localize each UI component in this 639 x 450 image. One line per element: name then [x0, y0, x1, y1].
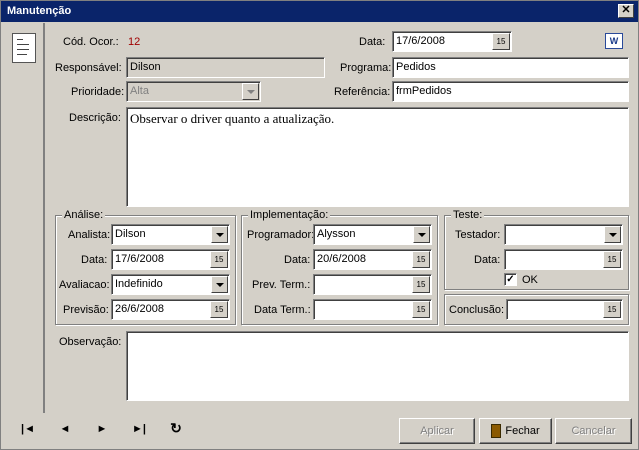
conclusao-label: Conclusão:: [449, 304, 505, 316]
descricao-textarea[interactable]: Observar o driver quanto a atualização.: [126, 107, 629, 207]
document-icon: [12, 33, 36, 63]
testador-label: Testador:: [455, 229, 501, 241]
impl-data-field[interactable]: 20/6/2008 15: [313, 249, 432, 270]
calendar-icon[interactable]: 15: [412, 251, 430, 268]
analise-data-label: Data:: [81, 254, 108, 266]
analista-label: Analista:: [68, 229, 111, 241]
referencia-label: Referência:: [334, 86, 391, 98]
prev-term-field[interactable]: 15: [313, 274, 432, 295]
dropdown-arrow-icon[interactable]: [211, 226, 228, 243]
window-title: Manutenção: [7, 5, 72, 17]
programa-label: Programa:: [340, 62, 392, 74]
teste-data-label: Data:: [474, 254, 501, 266]
programador-select[interactable]: Alysson: [313, 224, 432, 245]
testador-select[interactable]: [504, 224, 623, 245]
bottom-toolbar: |◄ ◄ ► ►| ↻ Aplicar Fechar Cancelar: [3, 413, 638, 449]
impl-data-label: Data:: [284, 254, 311, 266]
observacao-textarea[interactable]: [126, 331, 629, 401]
implementacao-title: Implementação:: [248, 209, 331, 221]
impl-data-value: 20/6/2008: [317, 253, 366, 265]
analise-data-value: 17/6/2008: [115, 253, 164, 265]
calendar-icon[interactable]: 15: [412, 301, 430, 318]
prioridade-value: Alta: [130, 85, 149, 97]
cod-ocor-value: 12: [128, 36, 141, 48]
cod-ocor-label: Cód. Ocor.:: [63, 36, 119, 48]
observacao-label: Observação:: [59, 336, 122, 348]
cancelar-button[interactable]: Cancelar: [555, 418, 632, 444]
data-field[interactable]: 17/6/2008 15: [392, 31, 512, 52]
first-record-icon[interactable]: |◄: [17, 423, 39, 441]
programa-field[interactable]: Pedidos: [392, 57, 629, 78]
avaliacao-select[interactable]: Indefinido: [111, 274, 230, 295]
analista-select[interactable]: Dilson: [111, 224, 230, 245]
door-icon: [491, 424, 502, 439]
maintenance-window: Manutenção ✕ Cód. Ocor.: 12 Data: 17/6/2…: [0, 0, 639, 450]
data-field-value: 17/6/2008: [396, 35, 445, 47]
aplicar-label: Aplicar: [420, 425, 454, 437]
prioridade-select: Alta: [126, 81, 261, 102]
refresh-icon[interactable]: ↻: [165, 420, 187, 438]
previous-record-icon[interactable]: ◄: [54, 423, 76, 441]
data-term-label: Data Term.:: [254, 304, 311, 316]
title-bar: Manutenção ✕: [1, 1, 638, 22]
ok-label: OK: [522, 274, 538, 286]
fechar-button[interactable]: Fechar: [479, 418, 552, 444]
programador-value: Alysson: [317, 228, 356, 240]
calendar-icon[interactable]: 15: [210, 251, 228, 268]
teste-data-field[interactable]: 15: [504, 249, 623, 270]
previsao-field[interactable]: 26/6/2008 15: [111, 299, 230, 320]
cancelar-label: Cancelar: [571, 425, 616, 437]
avaliacao-value: Indefinido: [115, 278, 163, 290]
programador-label: Programador:: [247, 229, 315, 241]
dropdown-arrow-icon: [242, 83, 259, 100]
descricao-label: Descrição:: [69, 112, 121, 124]
teste-title: Teste:: [451, 209, 485, 221]
aplicar-button[interactable]: Aplicar: [399, 418, 475, 444]
word-icon[interactable]: W: [605, 33, 623, 49]
fechar-label: Fechar: [505, 425, 540, 437]
prioridade-label: Prioridade:: [71, 86, 125, 98]
previsao-value: 26/6/2008: [115, 303, 164, 315]
dropdown-arrow-icon[interactable]: [604, 226, 621, 243]
dropdown-arrow-icon[interactable]: [413, 226, 430, 243]
close-button[interactable]: ✕: [618, 4, 634, 18]
analise-title: Análise:: [62, 209, 106, 221]
calendar-icon[interactable]: 15: [210, 301, 228, 318]
prev-term-label: Prev. Term.:: [252, 279, 311, 291]
conclusao-field[interactable]: 15: [506, 299, 623, 320]
avaliacao-label: Avaliacao:: [59, 279, 110, 291]
next-record-icon[interactable]: ►: [91, 423, 113, 441]
ok-checkbox[interactable]: ✓: [504, 273, 517, 286]
dropdown-arrow-icon[interactable]: [211, 276, 228, 293]
analise-data-field[interactable]: 17/6/2008 15: [111, 249, 230, 270]
responsavel-label: Responsável:: [55, 62, 122, 74]
data-label: Data:: [359, 36, 386, 48]
analista-value: Dilson: [115, 228, 146, 240]
responsavel-field: Dilson: [126, 57, 325, 78]
calendar-icon[interactable]: 15: [492, 33, 510, 50]
last-record-icon[interactable]: ►|: [128, 423, 150, 441]
calendar-icon[interactable]: 15: [412, 276, 430, 293]
previsao-label: Previsão:: [63, 304, 109, 316]
data-term-field[interactable]: 15: [313, 299, 432, 320]
calendar-icon[interactable]: 15: [603, 301, 621, 318]
left-sidebar: [3, 23, 45, 413]
calendar-icon[interactable]: 15: [603, 251, 621, 268]
referencia-field[interactable]: frmPedidos: [392, 81, 629, 102]
